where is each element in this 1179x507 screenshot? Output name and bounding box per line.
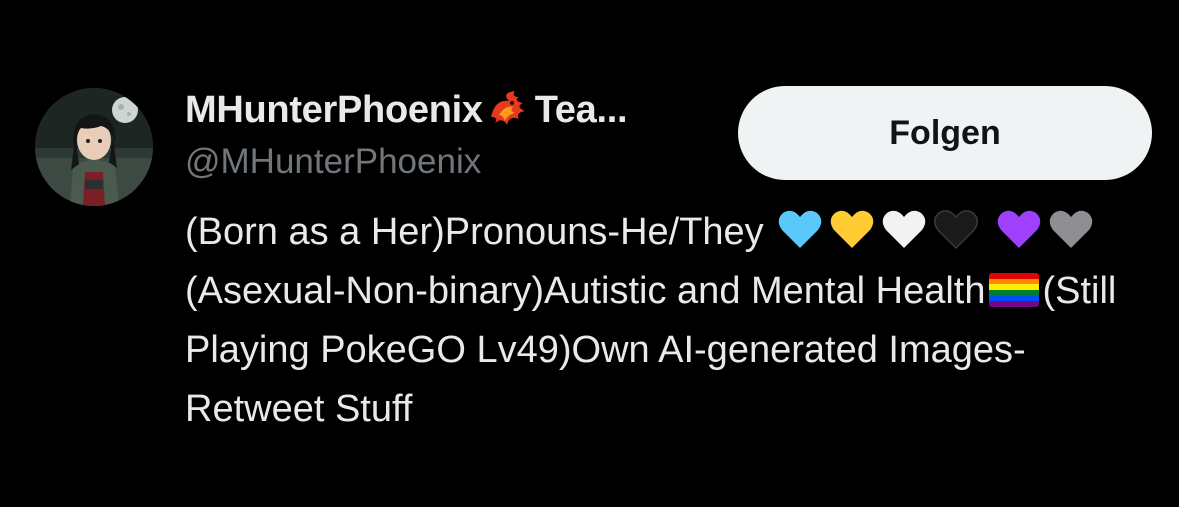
display-name[interactable]: MHunterPhoenix <box>185 89 483 132</box>
phoenix-emoji-icon <box>485 87 531 133</box>
purple-heart-icon <box>997 210 1041 248</box>
name-row[interactable]: MHunterPhoenix Tea... <box>185 84 725 136</box>
display-name-suffix: Tea... <box>534 88 628 131</box>
yellow-heart-icon <box>830 210 874 248</box>
bio-text: (Born as a Her)Pronouns-He/They (Asexual… <box>185 203 1160 439</box>
username-handle[interactable]: @MHunterPhoenix <box>185 140 725 184</box>
grey-heart-icon <box>1049 210 1093 248</box>
avatar[interactable] <box>35 88 153 206</box>
anime-avatar-icon <box>35 88 153 206</box>
profile-header: MHunterPhoenix Tea... @MHunterPhoenix <box>185 84 725 184</box>
bio-text-part2: (Asexual-Non-binary)Autistic and Mental … <box>185 270 986 312</box>
white-heart-icon <box>882 210 926 248</box>
black-heart-icon <box>934 210 979 250</box>
rainbow-flag-icon <box>989 273 1040 307</box>
bio-text-part1: (Born as a Her)Pronouns-He/They <box>185 211 775 253</box>
profile-card: MHunterPhoenix Tea... @MHunterPhoenix Fo… <box>0 0 1179 507</box>
follow-button[interactable]: Folgen <box>738 86 1152 180</box>
light-blue-heart-icon <box>778 210 822 248</box>
